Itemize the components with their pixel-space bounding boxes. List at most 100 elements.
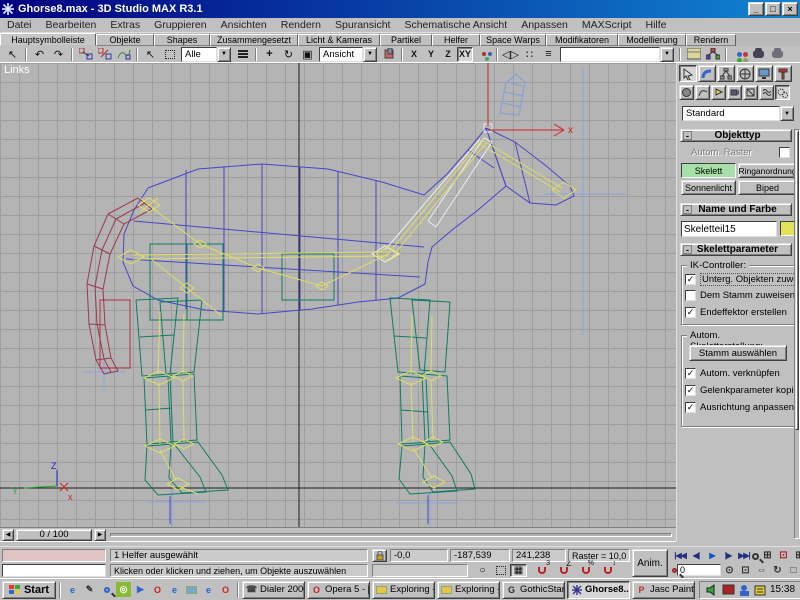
scheduler-icon[interactable]	[754, 584, 767, 596]
start-button[interactable]: Start	[2, 581, 56, 599]
stamm-auswaehlen-button[interactable]: Stamm auswählen	[689, 345, 787, 361]
menu-ansichten[interactable]: Ansichten	[214, 18, 274, 32]
frame-forward-button[interactable]: ▶	[94, 529, 106, 541]
tab-objekte[interactable]: Objekte	[96, 34, 154, 46]
zoom-all-button[interactable]: ⊞	[791, 549, 800, 562]
task-ghorse8-active[interactable]: Ghorse8....	[567, 581, 630, 599]
menu-maxscript[interactable]: MAXScript	[575, 18, 639, 32]
coord-z-field[interactable]: 241,238	[512, 549, 566, 562]
tab-partikel[interactable]: Partikel	[380, 34, 432, 46]
viewport-links[interactable]: Links	[0, 63, 676, 527]
axis-z-button[interactable]: Z	[440, 47, 456, 62]
menu-datei[interactable]: Datei	[0, 18, 39, 32]
viewport-canvas[interactable]: x Z Y x	[0, 63, 676, 527]
axis-x-button[interactable]: X	[406, 47, 422, 62]
volume-icon[interactable]	[706, 584, 719, 596]
display-tab[interactable]	[755, 65, 773, 82]
checkbox-ausrichtung[interactable]: ✓ Ausrichtung anpassen	[685, 402, 794, 413]
menu-bearbeiten[interactable]: Bearbeiten	[39, 18, 104, 32]
named-selection-dropdown[interactable]: ▼	[560, 47, 674, 62]
spinner-snap-button[interactable]: ↕	[598, 564, 618, 577]
menu-gruppieren[interactable]: Gruppieren	[147, 18, 214, 32]
time-slider-handle[interactable]: 0 / 100	[16, 529, 92, 541]
cameras-category-button[interactable]	[727, 85, 742, 100]
window-crossing-button[interactable]: ○	[474, 564, 491, 577]
dropdown-arrow-icon[interactable]: ▼	[780, 106, 794, 121]
menu-schematische-ansicht[interactable]: Schematische Ansicht	[397, 18, 514, 32]
menu-spuransicht[interactable]: Spuransicht	[328, 18, 397, 32]
checkbox-endeffektor[interactable]: ✓ Endeffektor erstellen	[685, 307, 787, 318]
maxscript-mini-listener-pink[interactable]	[2, 549, 106, 562]
snap-3d-button[interactable]: 3	[532, 564, 552, 577]
biped-button[interactable]: Biped	[738, 180, 797, 195]
rotate-button[interactable]: ↻	[279, 47, 298, 62]
ringanordnung-button[interactable]: Ringanordnung	[738, 163, 797, 178]
minimize-button[interactable]: _	[748, 2, 764, 16]
current-frame-field[interactable]	[677, 564, 721, 576]
object-class-dropdown[interactable]: Standard ▼	[682, 106, 794, 121]
play-button[interactable]: ▶	[704, 549, 720, 562]
modify-tab[interactable]	[698, 65, 716, 82]
scale-button[interactable]: ▣	[298, 47, 317, 62]
collapse-icon[interactable]: -	[683, 131, 692, 140]
autogrid-checkbox[interactable]	[779, 147, 790, 158]
material-editor-button[interactable]	[730, 47, 749, 62]
task-gothicstarter[interactable]: GGothicStarter...	[502, 581, 565, 599]
lights-category-button[interactable]	[711, 85, 726, 100]
skelett-button[interactable]: Skelett	[681, 163, 736, 178]
tab-modifikatoren[interactable]: Modifikatoren	[546, 34, 618, 46]
checkbox-unterg-objekten[interactable]: ✓ Unterg. Objekten zuweisen	[685, 273, 800, 286]
spacewarps-category-button[interactable]	[759, 85, 774, 100]
rollout-objekttyp[interactable]: - Objekttyp	[680, 129, 792, 142]
animate-button[interactable]: Anim.	[632, 549, 668, 577]
quicklaunch-irc-icon[interactable]: ◎	[116, 582, 131, 597]
systems-category-button[interactable]	[775, 85, 790, 100]
viewport-label[interactable]: Links	[4, 64, 30, 76]
checkbox-dem-stamm[interactable]: Dem Stamm zuweisen	[685, 290, 795, 301]
tab-shapes[interactable]: Shapes	[154, 34, 210, 46]
display-icon[interactable]	[722, 584, 735, 596]
link-button[interactable]	[76, 47, 95, 62]
render-scene-button[interactable]	[749, 47, 768, 62]
schematic-view-button[interactable]	[703, 47, 722, 62]
tab-rendern[interactable]: Rendern	[686, 34, 736, 46]
reference-coord-dropdown[interactable]: Ansicht ▼	[319, 47, 377, 62]
quicklaunch-ie3-icon[interactable]: e	[201, 582, 216, 597]
maximize-button[interactable]: □	[765, 2, 781, 16]
task-exploring-2[interactable]: Exploring - _...	[437, 581, 500, 599]
task-dialer-2000[interactable]: ☎Dialer 2000	[242, 581, 305, 599]
render-quick-button[interactable]	[768, 47, 787, 62]
helpers-category-button[interactable]	[743, 85, 758, 100]
user-icon[interactable]	[738, 584, 751, 596]
task-jasc-paintshop[interactable]: PJasc Paint S...	[632, 581, 695, 599]
motion-tab[interactable]	[736, 65, 754, 82]
coord-x-field[interactable]: -0,0	[390, 549, 448, 562]
maxscript-mini-listener-white[interactable]	[2, 564, 106, 577]
task-exploring-f[interactable]: Exploring - [F:]	[372, 581, 435, 599]
quicklaunch-opera-icon[interactable]: O	[150, 582, 165, 597]
angle-snap-button[interactable]: ∠	[554, 564, 574, 577]
menu-hilfe[interactable]: Hilfe	[638, 18, 673, 32]
redo-button[interactable]: ↷	[49, 47, 68, 62]
transform-gizmo[interactable]: x	[488, 63, 573, 136]
collapse-icon[interactable]: -	[683, 205, 692, 214]
bind-spacewarp-button[interactable]	[114, 47, 133, 62]
trackview-button[interactable]	[684, 47, 703, 62]
quicklaunch-editor-icon[interactable]: ✎	[82, 582, 97, 597]
tab-modellierung[interactable]: Modellierung	[618, 34, 686, 46]
object-name-input[interactable]	[681, 221, 777, 237]
undo-button[interactable]: ↶	[30, 47, 49, 62]
dropdown-arrow-icon[interactable]: ▼	[363, 47, 377, 62]
quicklaunch-ie-icon[interactable]: e	[65, 582, 80, 597]
tab-space-warps[interactable]: Space Warps	[480, 34, 546, 46]
menu-rendern[interactable]: Rendern	[274, 18, 328, 32]
coord-y-field[interactable]: -187,539	[450, 549, 510, 562]
quicklaunch-media-icon[interactable]: ▶	[133, 582, 148, 597]
hierarchy-tab[interactable]	[717, 65, 735, 82]
unlink-button[interactable]	[95, 47, 114, 62]
panel-scrollbar[interactable]	[794, 129, 800, 539]
create-tab[interactable]	[679, 65, 697, 82]
zoom-region-button[interactable]: ⊡	[737, 564, 753, 577]
select-by-name-button[interactable]	[233, 47, 252, 62]
arc-rotate-button[interactable]: ↻	[769, 564, 785, 577]
